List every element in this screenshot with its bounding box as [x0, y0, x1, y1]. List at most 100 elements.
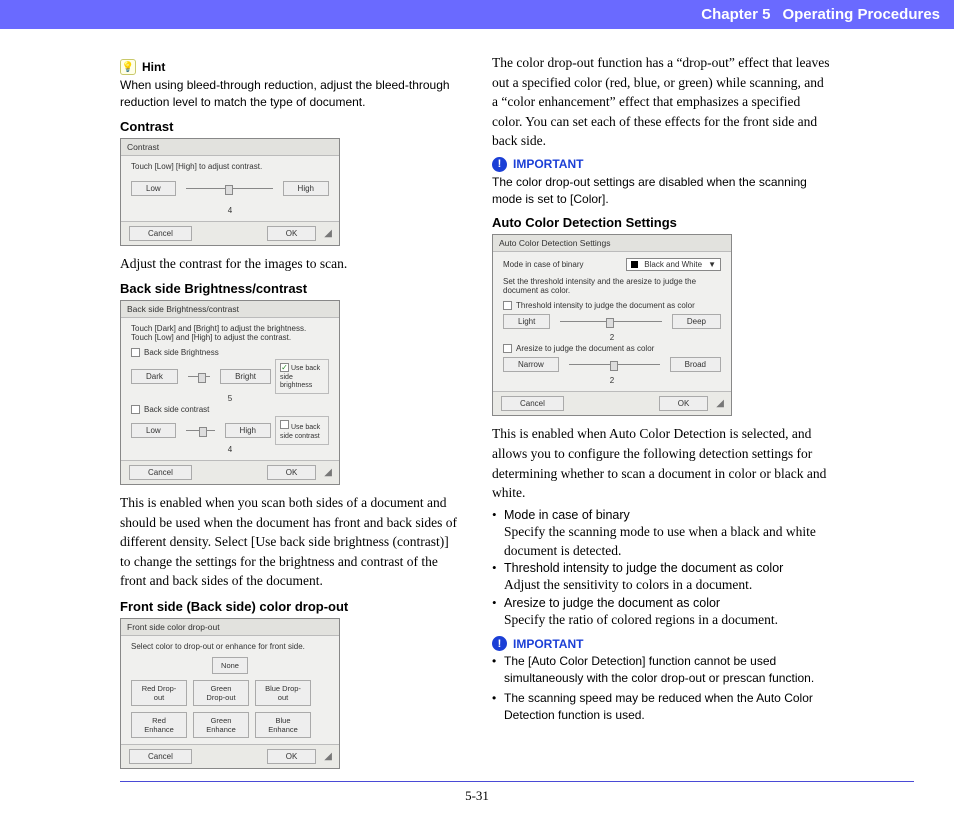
cancel-button[interactable]: Cancel — [129, 226, 192, 241]
hint-text: When using bleed-through reduction, adju… — [120, 77, 460, 111]
bullet-head: Mode in case of binary — [504, 508, 630, 522]
contrast-instruction: Touch [Low] [High] to adjust contrast. — [131, 162, 329, 171]
imp-bullet: The scanning speed may be reduced when t… — [504, 690, 832, 724]
important-icon: ! — [492, 636, 507, 651]
bs-contrast-value: 4 — [131, 445, 329, 454]
bw-icon — [631, 261, 638, 268]
high-button[interactable]: High — [225, 423, 271, 438]
mode-value: Black and White — [644, 260, 702, 269]
light-button[interactable]: Light — [503, 314, 550, 329]
dropout-instruction: Select color to drop-out or enhance for … — [131, 642, 329, 651]
backside-instr1: Touch [Dark] and [Bright] to adjust the … — [131, 324, 329, 333]
contrast-row-label: Back side contrast — [144, 405, 209, 414]
checkbox-icon — [131, 405, 140, 414]
none-button[interactable]: None — [212, 657, 248, 674]
checkbox-icon — [503, 344, 512, 353]
page-number: 5-31 — [465, 788, 489, 803]
mode-dropdown[interactable]: Black and White ▼ — [626, 258, 721, 271]
slider-track[interactable] — [188, 376, 210, 377]
important-callout: ! IMPORTANT — [492, 636, 832, 651]
acd-caption: This is enabled when Auto Color Detectio… — [492, 424, 832, 502]
chapter-title: Operating Procedures — [782, 6, 940, 23]
use-contrast-checkbox[interactable]: Use back side contrast — [275, 416, 329, 445]
mode-label: Mode in case of binary — [503, 260, 584, 269]
backside-dialog: Back side Brightness/contrast Touch [Dar… — [120, 300, 340, 485]
green-dropout-button[interactable]: Green Drop-out — [193, 680, 249, 706]
brightness-row-label: Back side Brightness — [144, 348, 219, 357]
acd-dialog: Auto Color Detection Settings Mode in ca… — [492, 234, 732, 416]
chapter-label: Chapter 5 — [701, 6, 770, 23]
bullet-body: Specify the ratio of colored regions in … — [504, 612, 778, 627]
page-body: 💡 Hint When using bleed-through reductio… — [0, 29, 954, 777]
acd-heading: Auto Color Detection Settings — [492, 215, 832, 230]
important-text: The color drop-out settings are disabled… — [492, 174, 832, 208]
aresize-label: Aresize to judge the document as color — [516, 344, 654, 353]
low-button[interactable]: Low — [131, 181, 176, 196]
cancel-button[interactable]: Cancel — [129, 465, 192, 480]
low-button[interactable]: Low — [131, 423, 176, 438]
blue-dropout-button[interactable]: Blue Drop-out — [255, 680, 311, 706]
backside-instr2: Touch [Low] and [High] to adjust the con… — [131, 333, 329, 342]
slider-track[interactable] — [569, 364, 660, 365]
deep-button[interactable]: Deep — [672, 314, 721, 329]
page-header: Chapter 5 Operating Procedures — [0, 0, 954, 29]
important-callout: ! IMPORTANT — [492, 157, 832, 172]
dropout-heading: Front side (Back side) color drop-out — [120, 599, 460, 614]
high-button[interactable]: High — [283, 181, 329, 196]
resize-grip-icon: ◢ — [324, 751, 331, 762]
red-dropout-button[interactable]: Red Drop-out — [131, 680, 187, 706]
slider-track[interactable] — [560, 321, 662, 322]
important-icon: ! — [492, 157, 507, 172]
imp-bullet: The [Auto Color Detection] function cann… — [504, 653, 832, 687]
cancel-button[interactable]: Cancel — [501, 396, 564, 411]
resize-grip-icon: ◢ — [324, 228, 331, 239]
ok-button[interactable]: OK — [267, 226, 317, 241]
ok-button[interactable]: OK — [267, 465, 317, 480]
important-label: IMPORTANT — [513, 157, 583, 171]
page-footer: 5-31 — [0, 781, 954, 804]
slider-track[interactable] — [186, 188, 273, 189]
resize-grip-icon: ◢ — [324, 467, 331, 478]
green-enhance-button[interactable]: Green Enhance — [193, 712, 249, 738]
threshold-label: Threshold intensity to judge the documen… — [516, 301, 695, 310]
checkbox-icon — [503, 301, 512, 310]
use-brightness-checkbox[interactable]: ✓Use back side brightness — [275, 359, 329, 394]
bright-button[interactable]: Bright — [220, 369, 271, 384]
acd-bullets: •Mode in case of binarySpecify the scann… — [492, 507, 832, 631]
hint-label: Hint — [142, 60, 165, 74]
contrast-caption: Adjust the contrast for the images to sc… — [120, 254, 460, 274]
slider-track[interactable] — [186, 430, 215, 431]
backside-heading: Back side Brightness/contrast — [120, 281, 460, 296]
hint-callout: 💡 Hint — [120, 59, 460, 75]
hint-icon: 💡 — [120, 59, 136, 75]
dialog-title: Contrast — [121, 139, 339, 156]
backside-caption: This is enabled when you scan both sides… — [120, 493, 460, 591]
dropout-options: Red Drop-out Green Drop-out Blue Drop-ou… — [131, 680, 329, 738]
narrow-button[interactable]: Narrow — [503, 357, 559, 372]
cancel-button[interactable]: Cancel — [129, 749, 192, 764]
dark-button[interactable]: Dark — [131, 369, 178, 384]
bullet-body: Specify the scanning mode to use when a … — [504, 524, 816, 558]
red-enhance-button[interactable]: Red Enhance — [131, 712, 187, 738]
ok-button[interactable]: OK — [267, 749, 317, 764]
dialog-title: Back side Brightness/contrast — [121, 301, 339, 318]
important-bullets: •The [Auto Color Detection] function can… — [492, 653, 832, 723]
blue-enhance-button[interactable]: Blue Enhance — [255, 712, 311, 738]
acd-sub: Set the threshold intensity and the ares… — [503, 277, 721, 295]
bullet-body: Adjust the sensitivity to colors in a do… — [504, 577, 752, 592]
contrast-heading: Contrast — [120, 119, 460, 134]
dropout-dialog: Front side color drop-out Select color t… — [120, 618, 340, 769]
dropout-intro: The color drop-out function has a “drop-… — [492, 53, 832, 151]
contrast-dialog: Contrast Touch [Low] [High] to adjust co… — [120, 138, 340, 246]
checkbox-icon — [131, 348, 140, 357]
right-column: The color drop-out function has a “drop-… — [492, 53, 832, 777]
chevron-down-icon: ▼ — [708, 260, 716, 269]
broad-button[interactable]: Broad — [670, 357, 721, 372]
aresize-value: 2 — [503, 376, 721, 385]
left-column: 💡 Hint When using bleed-through reductio… — [120, 53, 460, 777]
resize-grip-icon: ◢ — [716, 398, 723, 409]
brightness-value: 5 — [131, 394, 329, 403]
bullet-head: Aresize to judge the document as color — [504, 596, 720, 610]
dialog-title: Front side color drop-out — [121, 619, 339, 636]
ok-button[interactable]: OK — [659, 396, 709, 411]
